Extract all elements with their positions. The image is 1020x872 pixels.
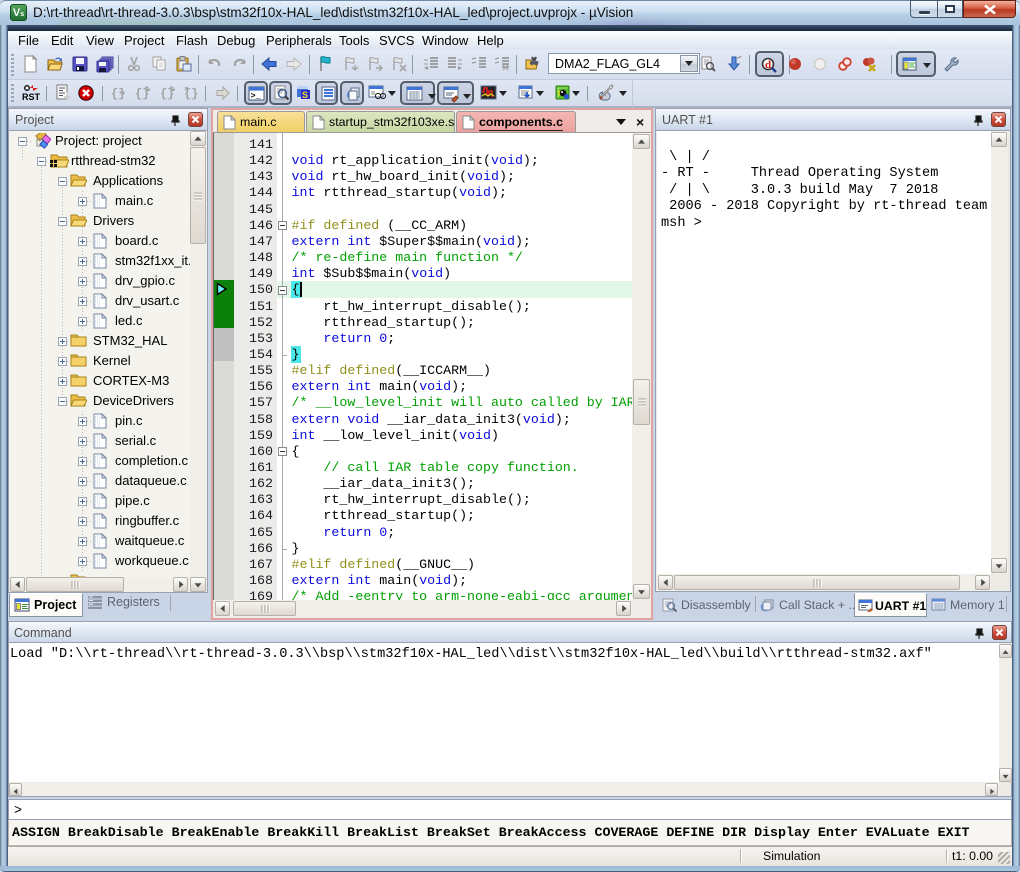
svg-text:{}: {} [135,87,149,101]
svg-text:d: d [765,59,771,71]
svg-text:{}: {} [111,87,125,101]
svg-text:RST: RST [22,92,40,102]
svg-text:S: S [302,90,308,100]
svg-text:{}: {} [160,87,174,101]
svg-text:>_: >_ [251,91,262,101]
